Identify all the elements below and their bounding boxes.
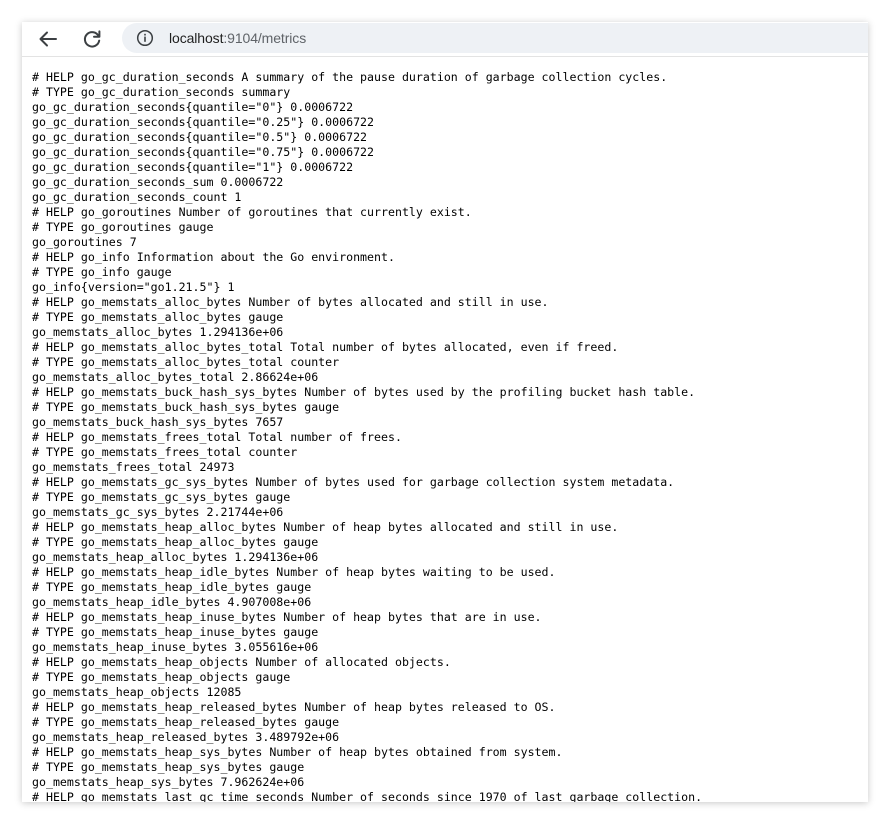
metrics-line: go_memstats_heap_sys_bytes 7.962624e+06 [32, 775, 305, 789]
metrics-line: # HELP go_memstats_heap_objects Number o… [32, 655, 451, 669]
browser-window: localhost:9104/metrics # HELP go_gc_dura… [22, 22, 868, 802]
metrics-line: # HELP go_memstats_last_gc_time_seconds … [32, 790, 703, 802]
metrics-line: go_memstats_heap_objects 12085 [32, 685, 242, 699]
metrics-line: # TYPE go_memstats_heap_inuse_bytes gaug… [32, 625, 319, 639]
metrics-line: go_memstats_heap_idle_bytes 4.907008e+06 [32, 595, 312, 609]
metrics-line: go_gc_duration_seconds{quantile="0.75"} … [32, 145, 375, 159]
metrics-line: # HELP go_memstats_alloc_bytes Number of… [32, 295, 549, 309]
metrics-line: # TYPE go_memstats_frees_total counter [32, 445, 298, 459]
metrics-line: go_info{version="go1.21.5"} 1 [32, 280, 235, 294]
metrics-line: # TYPE go_memstats_alloc_bytes_total cou… [32, 355, 340, 369]
address-bar[interactable]: localhost:9104/metrics [122, 23, 868, 53]
metrics-line: go_gc_duration_seconds_sum 0.0006722 [32, 175, 284, 189]
page-content: # HELP go_gc_duration_seconds A summary … [22, 57, 868, 802]
metrics-line: # TYPE go_memstats_heap_sys_bytes gauge [32, 760, 305, 774]
info-icon[interactable] [136, 29, 154, 47]
metrics-line: go_memstats_heap_inuse_bytes 3.055616e+0… [32, 640, 319, 654]
metrics-line: go_gc_duration_seconds{quantile="1"} 0.0… [32, 160, 354, 174]
metrics-text: # HELP go_gc_duration_seconds A summary … [32, 70, 702, 802]
metrics-line: # HELP go_memstats_heap_alloc_bytes Numb… [32, 520, 619, 534]
reload-icon [83, 30, 101, 48]
metrics-line: # HELP go_memstats_alloc_bytes_total Tot… [32, 340, 619, 354]
metrics-line: # TYPE go_memstats_heap_released_bytes g… [32, 715, 340, 729]
metrics-line: # HELP go_memstats_buck_hash_sys_bytes N… [32, 385, 696, 399]
metrics-line: # TYPE go_goroutines gauge [32, 220, 214, 234]
metrics-line: go_gc_duration_seconds_count 1 [32, 190, 242, 204]
metrics-line: # HELP go_goroutines Number of goroutine… [32, 205, 472, 219]
metrics-line: go_memstats_frees_total 24973 [32, 460, 235, 474]
url-text[interactable]: localhost:9104/metrics [169, 23, 306, 53]
metrics-line: # HELP go_memstats_heap_sys_bytes Number… [32, 745, 563, 759]
metrics-line: # TYPE go_memstats_heap_objects gauge [32, 670, 291, 684]
metrics-line: # HELP go_gc_duration_seconds A summary … [32, 70, 668, 84]
metrics-line: # HELP go_memstats_gc_sys_bytes Number o… [32, 475, 675, 489]
metrics-line: # HELP go_memstats_heap_inuse_bytes Numb… [32, 610, 542, 624]
metrics-line: # TYPE go_memstats_heap_idle_bytes gauge [32, 580, 312, 594]
metrics-line: go_memstats_heap_alloc_bytes 1.294136e+0… [32, 550, 319, 564]
metrics-line: # HELP go_memstats_heap_released_bytes N… [32, 700, 556, 714]
metrics-line: # TYPE go_info gauge [32, 265, 172, 279]
metrics-line: # TYPE go_memstats_heap_alloc_bytes gaug… [32, 535, 319, 549]
metrics-line: go_memstats_alloc_bytes 1.294136e+06 [32, 325, 284, 339]
metrics-line: # TYPE go_memstats_buck_hash_sys_bytes g… [32, 400, 340, 414]
metrics-line: go_memstats_heap_released_bytes 3.489792… [32, 730, 340, 744]
url-host: localhost [169, 30, 224, 46]
metrics-line: go_gc_duration_seconds{quantile="0"} 0.0… [32, 100, 354, 114]
metrics-line: go_gc_duration_seconds{quantile="0.25"} … [32, 115, 375, 129]
metrics-line: # HELP go_info Information about the Go … [32, 250, 395, 264]
metrics-line: # TYPE go_memstats_alloc_bytes gauge [32, 310, 284, 324]
metrics-line: go_memstats_alloc_bytes_total 2.86624e+0… [32, 370, 319, 384]
url-port-path: :9104/metrics [223, 30, 307, 46]
reload-button[interactable] [79, 26, 105, 52]
back-arrow-icon [39, 31, 57, 47]
metrics-line: # TYPE go_memstats_gc_sys_bytes gauge [32, 490, 291, 504]
metrics-line: # TYPE go_gc_duration_seconds summary [32, 85, 291, 99]
metrics-line: go_memstats_gc_sys_bytes 2.21744e+06 [32, 505, 284, 519]
metrics-line: go_memstats_buck_hash_sys_bytes 7657 [32, 415, 284, 429]
metrics-line: go_gc_duration_seconds{quantile="0.5"} 0… [32, 130, 368, 144]
metrics-line: # HELP go_memstats_frees_total Total num… [32, 430, 402, 444]
back-button[interactable] [35, 26, 61, 52]
metrics-line: go_goroutines 7 [32, 235, 137, 249]
browser-toolbar: localhost:9104/metrics [22, 22, 868, 57]
metrics-line: # HELP go_memstats_heap_idle_bytes Numbe… [32, 565, 556, 579]
